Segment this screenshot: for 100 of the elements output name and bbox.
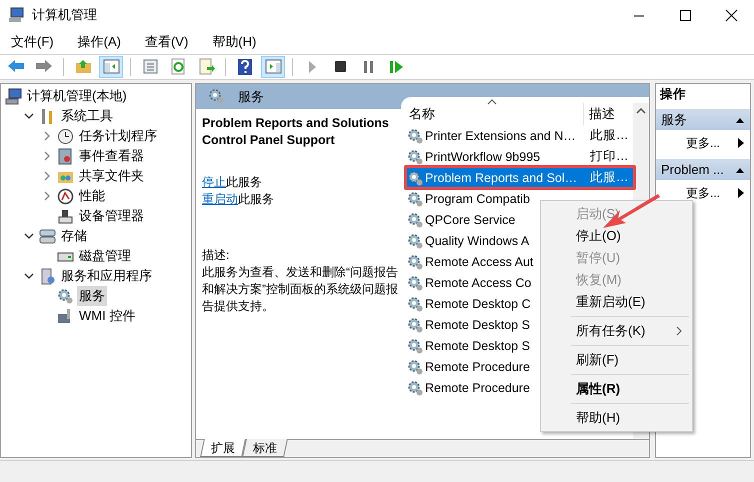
service-name: Program Compatib	[425, 192, 530, 206]
service-name: Problem Reports and Sol…	[425, 170, 578, 185]
menu-item[interactable]: 操作(A)	[70, 32, 129, 52]
pane-toggle-button[interactable]	[261, 56, 285, 78]
gear-icon	[407, 128, 423, 144]
window-title: 计算机管理	[32, 6, 97, 24]
gear-icon	[407, 274, 423, 290]
gear-icon	[57, 288, 74, 304]
properties-icon	[142, 58, 158, 76]
service-name: Remote Procedure	[425, 360, 530, 374]
description-label: 描述:	[202, 247, 230, 264]
submenu-arrow-icon	[738, 138, 744, 148]
refresh-icon	[170, 58, 186, 76]
tab[interactable]: 标准	[242, 439, 288, 457]
tree-item[interactable]: WMI 控件	[77, 306, 138, 326]
service-name: PrintWorkflow 9b995	[425, 150, 540, 164]
tree-item[interactable]: 服务和应用程序	[59, 266, 154, 286]
device-icon	[57, 208, 74, 224]
tree-item[interactable]: 存储	[59, 226, 89, 246]
submenu-arrow-icon	[738, 188, 744, 198]
gauge-icon	[57, 188, 74, 204]
tab[interactable]: 扩展	[200, 439, 246, 457]
submenu-chevron-icon	[676, 326, 682, 336]
disk-stack-icon	[39, 228, 56, 244]
collapse-triangle-icon	[735, 166, 745, 174]
tree-item[interactable]: 磁盘管理	[77, 246, 133, 266]
menu-item[interactable]: 重新启动(E)	[541, 291, 692, 313]
close-icon[interactable]	[724, 8, 738, 22]
menu-item[interactable]: 帮助(H)	[541, 407, 692, 429]
computer-icon	[8, 7, 24, 23]
gear-icon	[407, 338, 423, 354]
service-name: Remote Procedure	[425, 380, 530, 395]
service-name: Printer Extensions and N…	[425, 128, 576, 143]
link-text: 此服务	[238, 191, 274, 208]
gear-icon	[407, 380, 423, 396]
service-name: Remote Access Co	[425, 276, 532, 290]
service-description: 打印…	[590, 148, 628, 166]
tree-item[interactable]: 共享文件夹	[77, 166, 146, 186]
tree-item[interactable]: 事件查看器	[77, 146, 146, 166]
service-row[interactable]: PrintWorkflow 9b995 打印…	[405, 146, 633, 167]
help-icon	[237, 58, 253, 76]
service-name: Remote Desktop C	[425, 296, 531, 311]
log-book-icon	[57, 148, 74, 164]
service-description: 此服…	[590, 169, 628, 186]
action-link[interactable]: 更多...	[686, 134, 720, 152]
column-header[interactable]: 名称	[401, 103, 584, 125]
pane-toggle-button[interactable]	[99, 56, 123, 78]
server-icon	[39, 268, 56, 284]
menu-item[interactable]: 帮助(H)	[204, 32, 264, 52]
resume-icon	[388, 58, 404, 76]
tree-item[interactable]: 任务计划程序	[77, 126, 159, 146]
menu-item[interactable]: 查看(V)	[136, 32, 196, 52]
maximize-icon[interactable]	[678, 8, 692, 22]
section-header[interactable]: Problem ...	[656, 159, 750, 180]
gear-icon	[407, 358, 423, 374]
gear-icon	[407, 148, 423, 164]
collapse-triangle-icon	[735, 116, 745, 124]
export-icon	[198, 58, 214, 76]
menu-item[interactable]: 文件(F)	[3, 32, 62, 52]
service-link[interactable]: 停止	[202, 174, 226, 191]
tree-item[interactable]: 系统工具	[59, 106, 115, 126]
service-name: QPCore Service	[425, 212, 516, 227]
service-row[interactable]: Problem Reports and Sol… 此服…	[405, 167, 633, 188]
tree-item[interactable]: 设备管理器	[77, 206, 146, 226]
pane-toggle-icon	[102, 58, 120, 76]
gear-icon	[407, 190, 423, 206]
column-header[interactable]: 描述	[584, 104, 615, 124]
link-text: 此服务	[226, 174, 262, 191]
service-link[interactable]: 重启动	[202, 191, 238, 208]
service-name: Quality Windows A	[425, 234, 530, 248]
service-row[interactable]: Printer Extensions and N… 此服…	[405, 125, 633, 146]
gear-icon	[208, 88, 226, 106]
menu-item[interactable]: 属性(R)	[541, 378, 692, 400]
panel-title: 服务	[238, 88, 264, 106]
tree-item[interactable]: 性能	[77, 186, 107, 206]
section-header[interactable]: 服务	[656, 109, 750, 130]
pane-toggle-icon	[264, 58, 282, 76]
description-text: 此服务为查看、发送和删除“问题报告和解决方案”控制面板的系统级问题报告提供支持。	[202, 264, 399, 315]
service-description: 此服…	[590, 127, 628, 144]
sort-caret-icon	[487, 99, 497, 105]
tree-item[interactable]: 计算机管理(本地)	[25, 86, 129, 106]
service-title: Problem Reports and Solutions Control Panel Support	[202, 115, 390, 149]
gear-icon	[407, 254, 423, 270]
pane-title: 操作	[658, 86, 687, 103]
gear-icon	[407, 296, 423, 312]
clock-icon	[57, 128, 74, 144]
service-name: Remote Desktop S	[425, 338, 530, 353]
gear-icon	[407, 170, 423, 186]
gear-icon	[407, 316, 423, 332]
service-name: Remote Desktop S	[425, 318, 530, 332]
tree-item[interactable]: 服务	[77, 286, 107, 306]
folder-up-icon	[74, 58, 92, 76]
service-name: Remote Access Aut	[425, 254, 534, 269]
gear-icon	[407, 232, 423, 248]
menu-item[interactable]: 所有任务(K)	[541, 320, 692, 342]
menu-item[interactable]: 刷新(F)	[541, 349, 692, 371]
menu-item[interactable]: 停止(O)	[541, 225, 692, 247]
computer-icon	[5, 88, 22, 104]
action-link[interactable]: 更多...	[686, 184, 720, 202]
gear-icon	[407, 212, 423, 228]
